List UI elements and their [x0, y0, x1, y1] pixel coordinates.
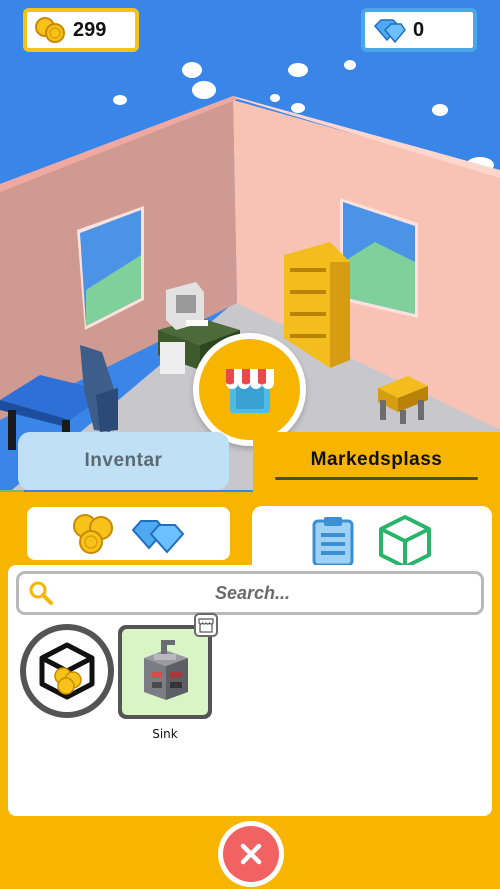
tab-markedsplass[interactable]: Markedsplass — [253, 432, 500, 494]
shop-awning-icon — [225, 368, 274, 413]
game-scene: 299 0 Inventar Markedsplass Search... Si… — [0, 0, 500, 889]
close-icon — [240, 843, 262, 865]
gems-icon — [131, 519, 184, 554]
coin-counter: 299 — [23, 8, 139, 52]
cube-icon — [379, 515, 431, 569]
category-cube-button[interactable] — [377, 513, 433, 569]
coins-icon — [72, 513, 113, 554]
tab-inventar-label: Inventar — [84, 450, 163, 471]
close-button[interactable] — [218, 821, 284, 887]
search-bar — [16, 571, 484, 615]
search-icon — [29, 581, 53, 605]
shop-button[interactable] — [193, 333, 306, 446]
sink-icon — [144, 640, 188, 700]
clipboard-icon — [312, 517, 354, 567]
item-label-sink: Sink — [152, 727, 178, 741]
marketplace-content: Sink — [8, 565, 492, 816]
category-list-button[interactable] — [311, 515, 355, 567]
active-tab-indicator — [275, 477, 478, 480]
gem-counter: 0 — [361, 8, 477, 52]
gem-icon — [373, 19, 406, 44]
coin-count: 299 — [73, 18, 107, 41]
price-filter-button[interactable] — [20, 624, 114, 718]
coin-stack-icon — [35, 17, 65, 43]
marketplace-panel: Sink — [0, 492, 500, 889]
item-card-sink[interactable] — [118, 613, 218, 719]
tab-markedsplass-label: Markedsplass — [310, 449, 443, 470]
search-input[interactable] — [54, 582, 451, 604]
cube-coins-icon — [39, 642, 95, 700]
gem-count: 0 — [413, 18, 425, 41]
shop-badge-icon — [194, 613, 218, 637]
currency-filter-button[interactable] — [27, 507, 230, 560]
tab-inventar[interactable]: Inventar — [18, 432, 229, 490]
